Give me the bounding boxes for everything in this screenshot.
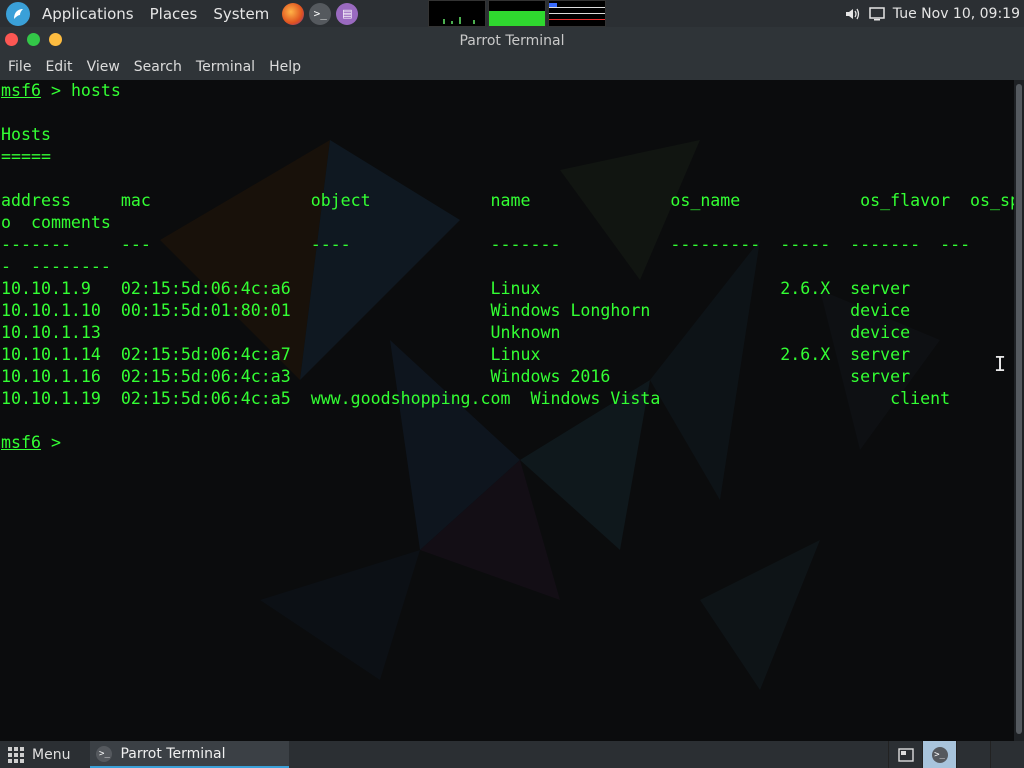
firefox-icon[interactable]	[282, 2, 305, 25]
terminal-line-text: > hosts	[40, 81, 121, 100]
menu-edit[interactable]: Edit	[38, 54, 79, 80]
terminal-line: 10.10.1.10 00:15:5d:01:80:01 Windows Lon…	[1, 300, 1014, 322]
terminal-line-text: 10.10.1.9 02:15:5d:06:4c:a6 Linux 2.6.X …	[1, 279, 911, 298]
msf-prompt: msf6	[1, 81, 41, 100]
menubar: File Edit View Search Terminal Help	[0, 54, 1024, 80]
terminal-line: msf6 > hosts	[1, 80, 1014, 102]
network-monitor	[548, 0, 606, 27]
system-menu[interactable]: System	[205, 0, 277, 27]
applications-menu[interactable]: Applications	[34, 0, 142, 27]
window-titlebar[interactable]: Parrot Terminal	[0, 27, 1024, 54]
text-cursor-icon: I	[994, 352, 1007, 376]
terminal-line-text: address mac object name os_name os_flavo…	[1, 191, 1014, 210]
menu-search[interactable]: Search	[127, 54, 189, 80]
terminal-line: Hosts	[1, 124, 1014, 146]
menu-label: Menu	[32, 746, 71, 763]
terminal-line-text: - --------	[1, 257, 111, 276]
terminal-icon: >_	[96, 745, 113, 762]
apps-grid-icon	[8, 746, 24, 763]
scrollbar-thumb[interactable]	[1016, 84, 1022, 734]
workspace-4[interactable]	[990, 741, 1024, 768]
terminal-area[interactable]: msf6 > hosts Hosts ===== address mac object…	[0, 80, 1014, 741]
terminal-line: - --------	[1, 256, 1014, 278]
terminal-line: ------- --- ---- ------- --------- -----…	[1, 234, 1014, 256]
workspace-3[interactable]	[956, 741, 990, 768]
minimize-button[interactable]	[49, 33, 62, 46]
menu-terminal[interactable]: Terminal	[189, 54, 262, 80]
parrot-logo-icon[interactable]	[6, 1, 30, 26]
clock[interactable]: Tue Nov 10, 09:19	[893, 6, 1020, 22]
places-menu[interactable]: Places	[142, 0, 206, 27]
terminal-line: 10.10.1.16 02:15:5d:06:4c:a3 Windows 201…	[1, 366, 1014, 388]
terminal-line-text: o comments	[1, 213, 111, 232]
terminal-line: o comments	[1, 212, 1014, 234]
display-icon[interactable]	[869, 6, 885, 22]
taskbar-item-terminal[interactable]: >_ Parrot Terminal	[90, 741, 290, 768]
terminal-scrollbar[interactable]	[1014, 80, 1024, 741]
terminal-line-text: =====	[1, 147, 51, 166]
terminal-line-text: ------- --- ---- ------- --------- -----…	[1, 235, 971, 254]
menu-file[interactable]: File	[1, 54, 38, 80]
terminal-line-text: 10.10.1.19 02:15:5d:06:4c:a5 www.goodsho…	[1, 389, 951, 408]
terminal-line: msf6 >	[1, 432, 1014, 454]
window-title: Parrot Terminal	[459, 32, 565, 49]
terminal-line-text: 10.10.1.13 Unknown device	[1, 323, 911, 342]
terminal-line: 10.10.1.13 Unknown device	[1, 322, 1014, 344]
cpu-monitor	[428, 0, 486, 27]
bottom-panel: Menu >_ Parrot Terminal >_	[0, 741, 1024, 768]
terminal-line-text: 10.10.1.14 02:15:5d:06:4c:a7 Linux 2.6.X…	[1, 345, 911, 364]
memory-monitor	[488, 0, 546, 27]
terminal-line-text: >	[40, 433, 61, 452]
menu-help[interactable]: Help	[262, 54, 308, 80]
terminal-line-text: Hosts	[1, 125, 51, 144]
volume-icon[interactable]	[845, 6, 861, 22]
close-button[interactable]	[5, 33, 18, 46]
taskbar-item-label: Parrot Terminal	[120, 745, 226, 762]
maximize-button[interactable]	[27, 33, 40, 46]
menu-button[interactable]: Menu	[0, 741, 78, 768]
terminal-line: 10.10.1.19 02:15:5d:06:4c:a5 www.goodsho…	[1, 388, 1014, 410]
workspace-switcher: >_	[888, 741, 1024, 768]
system-tray: Tue Nov 10, 09:19	[845, 0, 1020, 27]
workspace-2[interactable]: >_	[922, 741, 956, 768]
terminal-launcher-icon[interactable]: >_	[309, 2, 332, 25]
terminal-icon: >_	[931, 746, 948, 763]
terminal-line: address mac object name os_name os_flavo…	[1, 190, 1014, 212]
terminal-line: =====	[1, 146, 1014, 168]
system-monitors	[428, 0, 606, 27]
terminal-output[interactable]: msf6 > hosts Hosts ===== address mac object…	[1, 80, 1014, 454]
msf-prompt: msf6	[1, 433, 41, 452]
terminal-line: 10.10.1.9 02:15:5d:06:4c:a6 Linux 2.6.X …	[1, 278, 1014, 300]
terminal-line-text: 10.10.1.10 00:15:5d:01:80:01 Windows Lon…	[1, 301, 911, 320]
window-controls	[5, 33, 62, 46]
terminal-line-text: 10.10.1.16 02:15:5d:06:4c:a3 Windows 201…	[1, 367, 911, 386]
top-panel: Applications Places System >_ ▤ Tue Nov …	[0, 0, 1024, 27]
workspace-1[interactable]	[888, 741, 922, 768]
menu-view[interactable]: View	[80, 54, 127, 80]
text-editor-icon[interactable]: ▤	[336, 2, 359, 25]
terminal-line: 10.10.1.14 02:15:5d:06:4c:a7 Linux 2.6.X…	[1, 344, 1014, 366]
